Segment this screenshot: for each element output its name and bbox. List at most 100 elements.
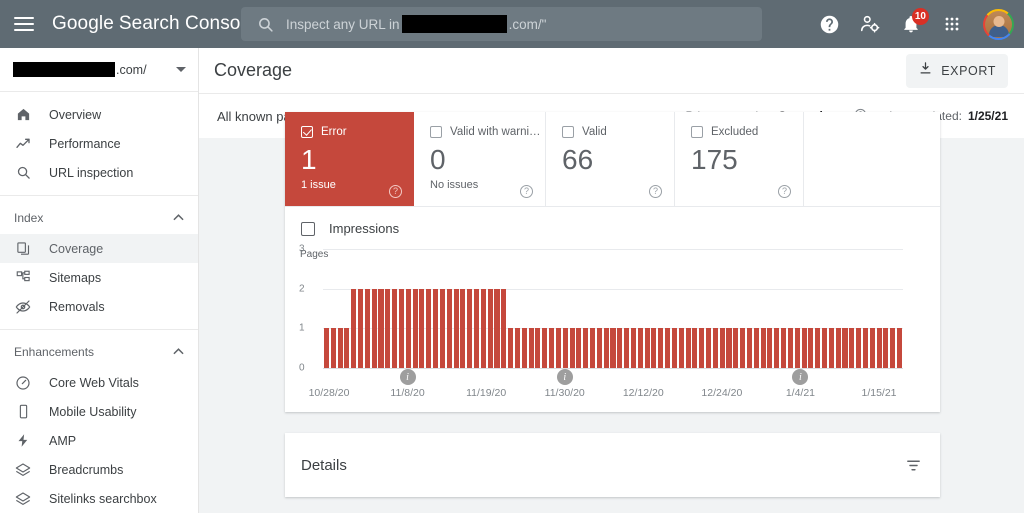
chart-bar[interactable] xyxy=(822,328,828,368)
chart-bar[interactable] xyxy=(760,328,766,368)
sidebar-item-core-web-vitals[interactable]: Core Web Vitals xyxy=(0,368,198,397)
export-button[interactable]: EXPORT xyxy=(906,53,1008,88)
chart-bar[interactable] xyxy=(330,328,336,368)
chart-bar[interactable] xyxy=(835,328,841,368)
chart-bar[interactable] xyxy=(630,328,636,368)
chart-bar[interactable] xyxy=(787,328,793,368)
chart-bar[interactable] xyxy=(528,328,534,368)
sidebar-item-url-inspection[interactable]: URL inspection xyxy=(0,158,198,187)
chart-bar[interactable] xyxy=(753,328,759,368)
sidebar-item-mobile-usability[interactable]: Mobile Usability xyxy=(0,397,198,426)
chart-bar[interactable] xyxy=(610,328,616,368)
apps-grid-icon[interactable] xyxy=(940,12,964,36)
chart-bar[interactable] xyxy=(453,288,459,368)
chevron-up-icon[interactable] xyxy=(173,347,184,358)
sidebar-item-breadcrumbs[interactable]: Breadcrumbs xyxy=(0,455,198,484)
summary-card-error[interactable]: Error 1 1 issue ? xyxy=(285,112,414,206)
sidebar-item-overview[interactable]: Overview xyxy=(0,100,198,129)
chart-bar[interactable] xyxy=(665,328,671,368)
chart-bar[interactable] xyxy=(446,288,452,368)
error-checkbox[interactable] xyxy=(301,126,313,138)
chart-bar[interactable] xyxy=(508,328,514,368)
chart-bar[interactable] xyxy=(521,328,527,368)
chart-bar[interactable] xyxy=(685,328,691,368)
url-inspection-search-input[interactable]: Inspect any URL in .com/" xyxy=(241,7,762,41)
chart-bar[interactable] xyxy=(576,328,582,368)
sidebar-item-sitemaps[interactable]: Sitemaps xyxy=(0,263,198,292)
chart-bar[interactable] xyxy=(603,328,609,368)
chart-bar[interactable] xyxy=(337,328,343,368)
sidebar-section-enhancements[interactable]: Enhancements xyxy=(0,336,198,368)
chart-bar[interactable] xyxy=(535,328,541,368)
chart-bar[interactable] xyxy=(712,328,718,368)
impressions-checkbox[interactable] xyxy=(301,221,315,236)
chart-bar[interactable] xyxy=(501,288,507,368)
chart-bar[interactable] xyxy=(801,328,807,368)
chart-bar[interactable] xyxy=(740,328,746,368)
chart-bar[interactable] xyxy=(862,328,868,368)
chart-bar[interactable] xyxy=(637,328,643,368)
chart-bar[interactable] xyxy=(781,328,787,368)
chart-bar[interactable] xyxy=(439,288,445,368)
chart-bar[interactable] xyxy=(392,288,398,368)
chart-bar[interactable] xyxy=(542,328,548,368)
chart-bar[interactable] xyxy=(671,328,677,368)
chart-bar[interactable] xyxy=(419,288,425,368)
chart-annotation-marker[interactable]: i xyxy=(399,369,416,385)
property-selector[interactable]: .com/ xyxy=(0,48,198,92)
chart-bar[interactable] xyxy=(358,288,364,368)
summary-card-excluded[interactable]: Excluded 175 ? xyxy=(675,112,804,206)
valid-with-warnings-checkbox[interactable] xyxy=(430,126,442,138)
chart-bar[interactable] xyxy=(733,328,739,368)
summary-card-valid-with-warnings[interactable]: Valid with warnin... 0 No issues ? xyxy=(414,112,546,206)
chart-bar[interactable] xyxy=(815,328,821,368)
chart-bar[interactable] xyxy=(590,328,596,368)
sidebar-item-performance[interactable]: Performance xyxy=(0,129,198,158)
help-circle-icon[interactable]: ? xyxy=(520,185,533,198)
chart-bar[interactable] xyxy=(460,288,466,368)
chart-bar[interactable] xyxy=(692,328,698,368)
chart-bar[interactable] xyxy=(467,288,473,368)
help-circle-icon[interactable]: ? xyxy=(778,185,791,198)
summary-card-valid[interactable]: Valid 66 ? xyxy=(546,112,675,206)
chart-bar[interactable] xyxy=(774,328,780,368)
sidebar-item-sitelinks-searchbox[interactable]: Sitelinks searchbox xyxy=(0,484,198,513)
chart-bar[interactable] xyxy=(344,328,350,368)
chart-bar[interactable] xyxy=(856,328,862,368)
chart-bar[interactable] xyxy=(596,328,602,368)
sidebar-item-removals[interactable]: Removals xyxy=(0,292,198,321)
chart-bar[interactable] xyxy=(398,288,404,368)
sidebar-item-amp[interactable]: AMP xyxy=(0,426,198,455)
chart-bar[interactable] xyxy=(426,288,432,368)
excluded-checkbox[interactable] xyxy=(691,126,703,138)
chart-bar[interactable] xyxy=(890,328,896,368)
chart-annotation-marker[interactable]: i xyxy=(556,369,573,385)
chart-bar[interactable] xyxy=(351,288,357,368)
chart-annotation-marker[interactable]: i xyxy=(792,369,809,385)
chart-bar[interactable] xyxy=(644,328,650,368)
chart-bar[interactable] xyxy=(869,328,875,368)
chart-bar[interactable] xyxy=(767,328,773,368)
chart-bar[interactable] xyxy=(658,328,664,368)
chart-bar[interactable] xyxy=(808,328,814,368)
chart-bar[interactable] xyxy=(474,288,480,368)
chart-bar[interactable] xyxy=(487,288,493,368)
chart-bar[interactable] xyxy=(897,328,903,368)
filter-list-icon[interactable] xyxy=(905,457,922,474)
chart-bar[interactable] xyxy=(883,328,889,368)
chart-bar[interactable] xyxy=(549,328,555,368)
chart-bar[interactable] xyxy=(378,288,384,368)
chart-bar[interactable] xyxy=(719,328,725,368)
chart-bar[interactable] xyxy=(562,328,568,368)
chart-bar[interactable] xyxy=(842,328,848,368)
chart-bar[interactable] xyxy=(849,328,855,368)
help-circle-icon[interactable]: ? xyxy=(389,185,402,198)
chart-bar[interactable] xyxy=(706,328,712,368)
sidebar-section-index[interactable]: Index xyxy=(0,202,198,234)
chart-bar[interactable] xyxy=(794,328,800,368)
chevron-up-icon[interactable] xyxy=(173,213,184,224)
chart-bar[interactable] xyxy=(433,288,439,368)
chart-bar[interactable] xyxy=(405,288,411,368)
account-settings-icon[interactable] xyxy=(858,12,882,36)
chart-bar[interactable] xyxy=(651,328,657,368)
